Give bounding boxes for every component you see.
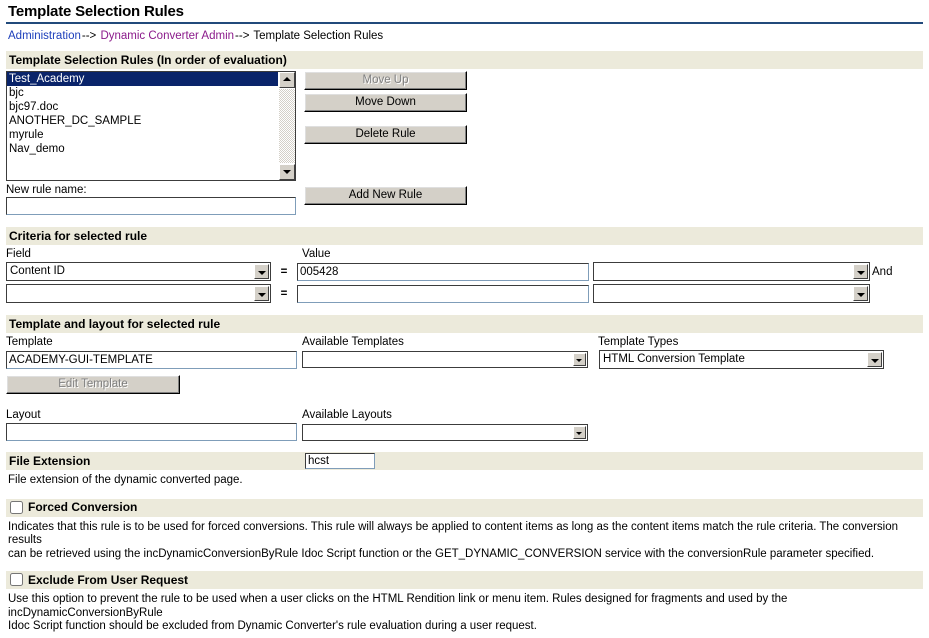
layout-input[interactable]	[6, 423, 297, 441]
breadcrumb-link-administration[interactable]: Administration	[8, 30, 81, 42]
scrollbar-track[interactable]	[279, 89, 295, 163]
delete-rule-button[interactable]: Delete Rule	[304, 125, 467, 144]
available-layouts-select[interactable]	[302, 423, 588, 441]
move-down-button[interactable]: Move Down	[304, 93, 467, 112]
rules-list-item[interactable]: Nav_demo	[7, 142, 278, 156]
available-templates-select[interactable]	[302, 351, 588, 368]
rules-listbox[interactable]: Test_Academy bjc bjc97.doc ANOTHER_DC_SAMPL…	[6, 71, 296, 181]
breadcrumb: Administration--> Dynamic Converter Admi…	[6, 30, 923, 42]
layout-column-labels: Layout Available Layouts	[6, 408, 923, 422]
template-types-select[interactable]: HTML Conversion Template	[599, 350, 884, 369]
forced-conversion-label: Forced Conversion	[28, 500, 138, 514]
breadcrumb-separator-1: -->	[81, 30, 97, 42]
rules-list-item[interactable]: myrule	[7, 128, 278, 142]
criteria-and-label: And	[872, 265, 893, 278]
breadcrumb-separator-2: -->	[235, 30, 250, 42]
rules-panel: Test_Academy bjc bjc97.doc ANOTHER_DC_SAMPL…	[6, 71, 923, 215]
section-header-rules: Template Selection Rules (In order of ev…	[6, 51, 923, 69]
available-layouts-label: Available Layouts	[302, 409, 392, 421]
forced-conversion-checkbox[interactable]	[10, 500, 23, 514]
rules-list-item[interactable]: Test_Academy	[7, 72, 278, 86]
new-rule-name-label: New rule name:	[6, 184, 87, 196]
available-templates-label: Available Templates	[302, 336, 404, 348]
template-types-label: Template Types	[598, 336, 679, 348]
section-header-file-extension: File Extension	[6, 452, 923, 470]
rules-action-buttons: Move Up Move Down Delete Rule Add New Ru…	[304, 71, 469, 215]
criteria-value-label: Value	[302, 248, 331, 260]
exclude-from-user-request-checkbox[interactable]	[10, 573, 23, 586]
template-input[interactable]	[6, 350, 297, 369]
criteria-field-value-1: Content ID	[10, 265, 65, 277]
chevron-down-icon[interactable]	[573, 353, 586, 366]
criteria-field-select-2[interactable]	[6, 284, 271, 303]
chevron-down-icon[interactable]	[254, 264, 269, 279]
edit-template-button[interactable]: Edit Template	[6, 375, 180, 394]
criteria-operator-select-1[interactable]	[593, 262, 870, 281]
criteria-row: Content ID = And	[6, 262, 923, 281]
rules-left-column: Test_Academy bjc bjc97.doc ANOTHER_DC_SAMPL…	[6, 71, 296, 215]
template-label: Template	[6, 336, 53, 348]
rules-list-item[interactable]: bjc	[7, 86, 278, 100]
template-types-value: HTML Conversion Template	[603, 353, 745, 365]
chevron-down-icon[interactable]	[254, 286, 269, 301]
template-inputs-row: HTML Conversion Template	[6, 350, 923, 369]
chevron-down-icon[interactable]	[853, 264, 868, 279]
chevron-down-icon[interactable]	[573, 425, 586, 439]
add-new-rule-button[interactable]: Add New Rule	[304, 186, 467, 205]
template-panel: Template Available Templates Template Ty…	[6, 335, 923, 441]
criteria-row: =	[6, 284, 923, 303]
section-header-exclude-from-user-request: Exclude From User Request	[6, 571, 923, 589]
exclude-from-user-request-label: Exclude From User Request	[28, 572, 189, 587]
rules-listbox-scrollbar[interactable]	[279, 72, 295, 180]
forced-conversion-help: Indicates that this rule is to be used f…	[6, 519, 923, 562]
exclude-help-line-2: Idoc Script function should be excluded …	[8, 620, 537, 632]
criteria-panel: Field Value Content ID = And =	[6, 247, 923, 303]
file-extension-help: File extension of the dynamic converted …	[8, 474, 243, 486]
title-divider	[6, 22, 923, 24]
layout-inputs-row	[6, 423, 923, 441]
breadcrumb-current: Template Selection Rules	[253, 30, 384, 42]
criteria-field-label: Field	[6, 248, 31, 260]
template-selection-rules-page: Template Selection Rules Administration-…	[0, 0, 929, 638]
rules-list-item[interactable]: ANOTHER_DC_SAMPLE	[7, 114, 278, 128]
criteria-field-select-1[interactable]: Content ID	[6, 262, 271, 281]
criteria-column-labels: Field Value	[6, 247, 923, 261]
section-header-forced-conversion: Forced Conversion	[6, 498, 923, 517]
rules-list-item[interactable]: bjc97.doc	[7, 100, 278, 114]
file-extension-label: File Extension	[9, 453, 91, 468]
criteria-operator-select-2[interactable]	[593, 284, 870, 303]
criteria-value-input-2[interactable]	[297, 284, 589, 303]
layout-label: Layout	[6, 409, 41, 421]
forced-conversion-help-line-2: can be retrieved using the incDynamicCon…	[8, 547, 875, 560]
page-title: Template Selection Rules	[8, 3, 184, 20]
move-up-button[interactable]: Move Up	[304, 71, 467, 90]
breadcrumb-link-dynamic-converter-admin[interactable]: Dynamic Converter Admin	[100, 30, 234, 42]
criteria-equals-2: =	[280, 287, 288, 300]
chevron-down-icon[interactable]	[867, 352, 882, 367]
scroll-up-arrow-icon[interactable]	[279, 72, 295, 88]
rules-listbox-items: Test_Academy bjc bjc97.doc ANOTHER_DC_SAMPL…	[7, 72, 278, 156]
chevron-down-icon[interactable]	[853, 286, 868, 301]
criteria-equals-1: =	[280, 265, 288, 278]
scroll-down-arrow-icon[interactable]	[279, 164, 295, 180]
template-column-labels: Template Available Templates Template Ty…	[6, 335, 923, 349]
forced-conversion-help-line-1: Indicates that this rule is to be used f…	[8, 520, 898, 547]
new-rule-name-input[interactable]	[6, 197, 296, 215]
file-extension-input[interactable]	[305, 452, 375, 469]
criteria-value-input-1[interactable]	[297, 262, 589, 281]
exclude-help-line-1: Use this option to prevent the rule to b…	[8, 593, 788, 619]
section-header-criteria: Criteria for selected rule	[6, 227, 923, 245]
section-header-template-layout: Template and layout for selected rule	[6, 315, 923, 333]
exclude-help: Use this option to prevent the rule to b…	[6, 591, 923, 634]
